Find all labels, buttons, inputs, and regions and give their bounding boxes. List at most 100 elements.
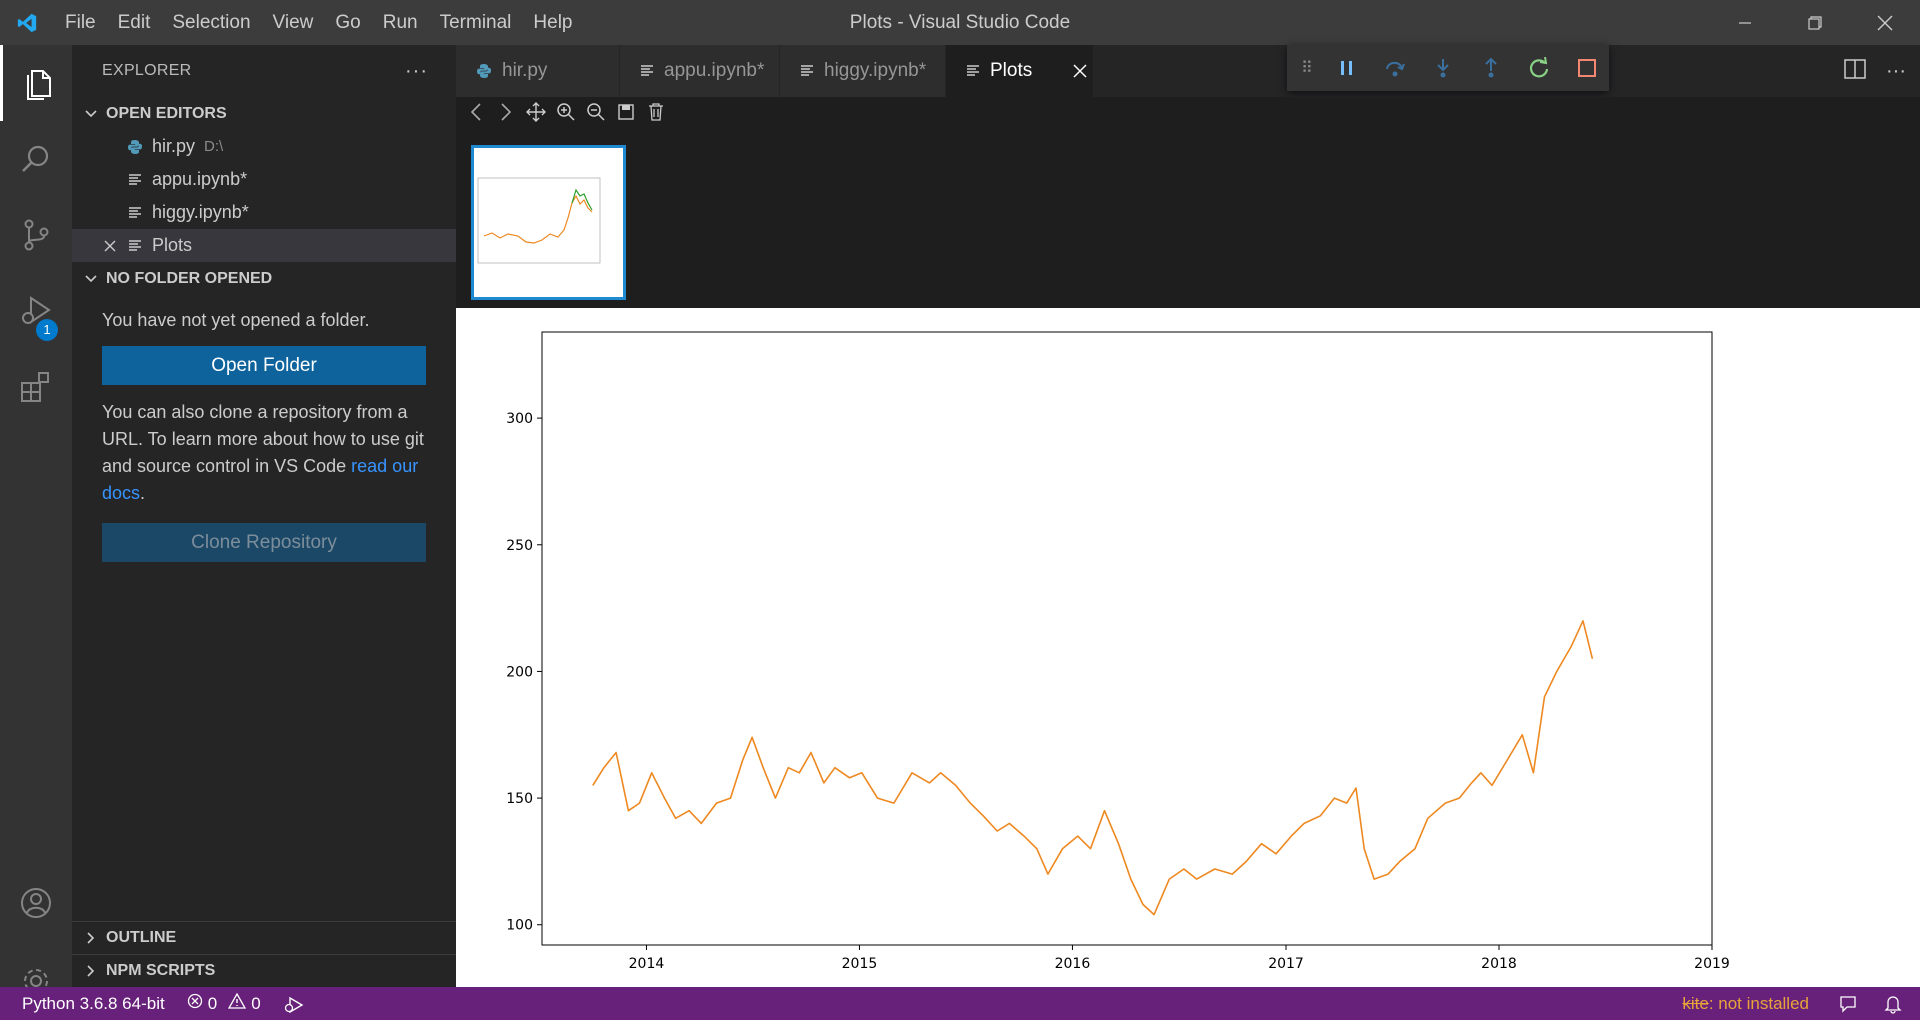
open-editor-name: higgy.ipynb* [152, 202, 249, 222]
x-tick-label: 2017 [1268, 956, 1304, 972]
activity-bar: 1 [0, 45, 72, 993]
zoom-out-icon[interactable] [584, 100, 608, 124]
plot-frame [541, 331, 1713, 946]
editor-tabs: hir.py appu.ipynb* higgy.ipynb* Plots [456, 45, 1920, 97]
step-into-icon[interactable] [1429, 54, 1457, 82]
close-window-button[interactable] [1850, 0, 1920, 45]
debug-status-icon[interactable] [272, 987, 316, 1020]
status-bar-right: kite: not installed [1671, 987, 1920, 1020]
menu-bar: File Edit Selection View Go Run Terminal Help [54, 0, 584, 45]
menu-help[interactable]: Help [522, 0, 583, 45]
tab-label: higgy.ipynb* [824, 60, 927, 81]
open-editors-header[interactable]: OPEN EDITORS [72, 97, 456, 130]
open-editor-name: Plots [152, 235, 193, 255]
python-interpreter[interactable]: Python 3.6.8 64-bit [0, 987, 176, 1020]
chevron-right-icon [80, 964, 102, 978]
extensions-icon[interactable] [0, 349, 72, 425]
open-editor-item[interactable]: appu.ipynb* [72, 163, 456, 196]
pause-icon[interactable] [1333, 54, 1361, 82]
python-icon [476, 63, 492, 79]
open-editor-item[interactable]: higgy.ipynb* [72, 196, 456, 229]
pan-icon[interactable] [524, 100, 548, 124]
explorer-title: EXPLORER [102, 62, 192, 79]
zoom-in-icon[interactable] [554, 100, 578, 124]
open-editor-item[interactable]: hir.py D:\ [72, 130, 456, 163]
more-actions-icon[interactable]: ··· [405, 60, 428, 83]
y-tick-label: 100 [506, 918, 533, 934]
more-actions-icon[interactable]: ··· [1886, 60, 1906, 83]
no-folder-label: NO FOLDER OPENED [106, 269, 273, 287]
kite-status-text: : not installed [1708, 993, 1809, 1013]
tab-label: hir.py [502, 60, 548, 81]
problems-indicator[interactable]: 0 0 [176, 987, 272, 1020]
open-editor-item[interactable]: Plots [72, 229, 456, 262]
kite-status[interactable]: kite: not installed [1671, 987, 1820, 1020]
menu-terminal[interactable]: Terminal [429, 0, 523, 45]
notebook-icon [800, 64, 814, 78]
x-tick-label: 2016 [1055, 956, 1091, 972]
split-editor-icon[interactable] [1844, 58, 1866, 84]
notifications-bell-icon[interactable] [1876, 987, 1920, 1020]
close-icon[interactable] [96, 239, 124, 253]
save-plot-icon[interactable] [614, 100, 638, 124]
error-icon [187, 993, 203, 1014]
title-bar: File Edit Selection View Go Run Terminal Help P… [0, 0, 1920, 45]
npm-scripts-section[interactable]: NPM SCRIPTS [72, 954, 456, 987]
step-over-icon[interactable] [1381, 54, 1409, 82]
no-folder-header[interactable]: NO FOLDER OPENED [72, 262, 456, 295]
debug-badge: 1 [36, 319, 58, 341]
explorer-sidebar: EXPLORER ··· OPEN EDITORS hir.py D:\ appu.… [72, 45, 456, 987]
restore-button[interactable] [1780, 0, 1850, 45]
open-editor-path: D:\ [204, 138, 224, 155]
menu-view[interactable]: View [262, 0, 325, 45]
next-plot-icon[interactable] [494, 100, 518, 124]
restart-icon[interactable] [1525, 54, 1553, 82]
stop-icon[interactable] [1573, 54, 1601, 82]
chevron-right-icon [80, 931, 102, 945]
delete-plot-icon[interactable] [644, 100, 668, 124]
plot-viewer: 100 150 200 250 300 2014 2015 2016 2017 2018 2019 [456, 308, 1920, 987]
notebook-icon [124, 239, 146, 253]
x-tick-label: 2015 [842, 956, 878, 972]
x-tick-label: 2019 [1694, 956, 1730, 972]
step-out-icon[interactable] [1477, 54, 1505, 82]
menu-go[interactable]: Go [324, 0, 371, 45]
y-tick-label: 300 [506, 411, 533, 427]
drag-handle-icon[interactable]: ⠿ [1301, 58, 1313, 78]
minimize-button[interactable] [1710, 0, 1780, 45]
previous-plot-icon[interactable] [464, 100, 488, 124]
menu-selection[interactable]: Selection [161, 0, 261, 45]
explorer-icon[interactable] [0, 45, 72, 121]
accounts-icon[interactable] [0, 865, 72, 941]
no-folder-message: You have not yet opened a folder. [102, 310, 370, 330]
open-editor-name: hir.py [152, 136, 196, 156]
vscode-logo-icon[interactable] [0, 0, 54, 45]
outline-section[interactable]: OUTLINE [72, 921, 456, 954]
run-debug-icon[interactable]: 1 [0, 273, 72, 349]
x-tick-label: 2014 [629, 956, 665, 972]
window-controls [1710, 0, 1920, 45]
tab-appu-ipynb[interactable]: appu.ipynb* [620, 45, 780, 97]
menu-edit[interactable]: Edit [107, 0, 162, 45]
y-tick-label: 150 [506, 791, 533, 807]
explorer-header: EXPLORER ··· [72, 45, 456, 97]
tab-hir-py[interactable]: hir.py [456, 45, 620, 97]
notebook-icon [124, 206, 146, 220]
open-editor-name: appu.ipynb* [152, 169, 248, 189]
warning-count: 0 [251, 993, 261, 1013]
menu-file[interactable]: File [54, 0, 107, 45]
tab-plots[interactable]: Plots [946, 45, 1094, 97]
search-icon[interactable] [0, 121, 72, 197]
close-tab-icon[interactable] [1072, 63, 1088, 79]
plot-thumbnail[interactable] [471, 145, 626, 300]
x-tick-label: 2018 [1481, 956, 1517, 972]
chevron-down-icon [80, 109, 102, 119]
open-folder-button[interactable]: Open Folder [102, 346, 426, 385]
source-control-icon[interactable] [0, 197, 72, 273]
notebook-icon [966, 64, 980, 78]
error-count: 0 [207, 993, 218, 1013]
tab-higgy-ipynb[interactable]: higgy.ipynb* [780, 45, 946, 97]
feedback-icon[interactable] [1820, 987, 1876, 1020]
clone-repository-button[interactable]: Clone Repository [102, 523, 426, 562]
menu-run[interactable]: Run [372, 0, 429, 45]
